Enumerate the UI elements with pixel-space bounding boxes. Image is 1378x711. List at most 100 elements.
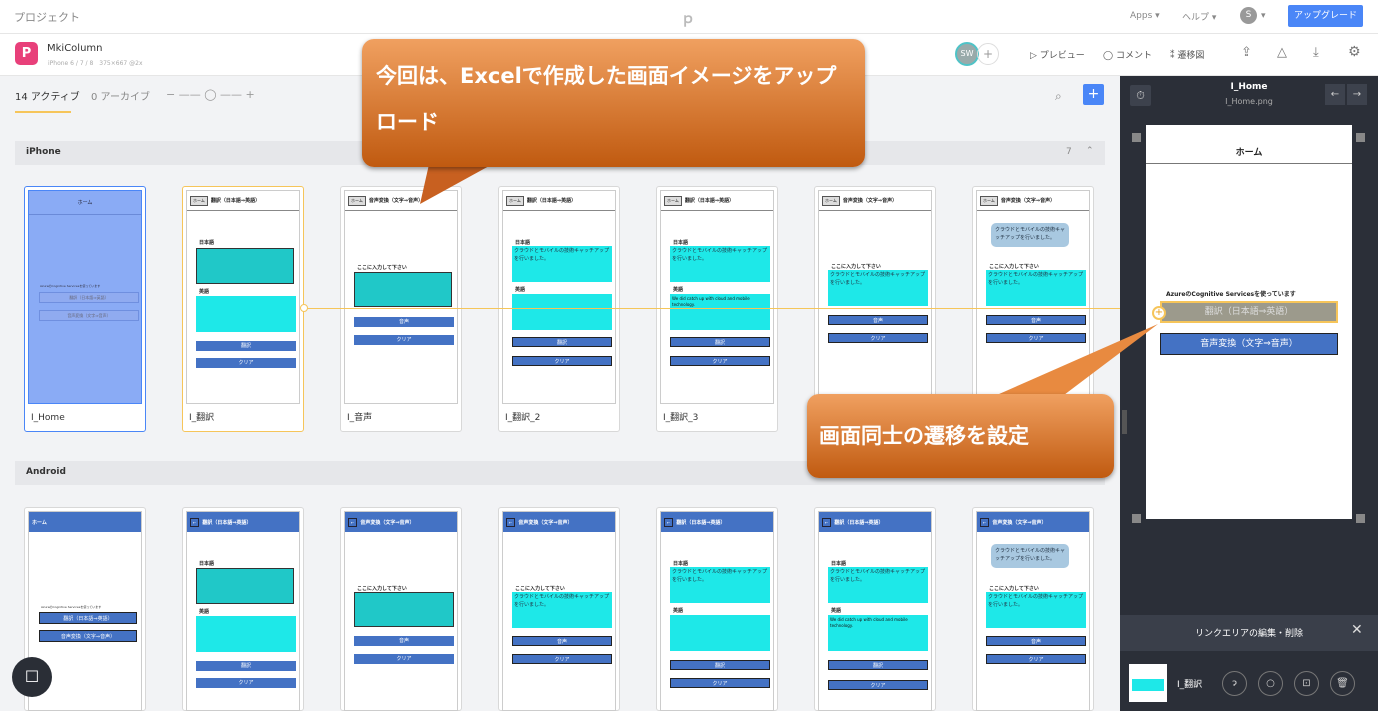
screen-caption: I_翻訳 (189, 413, 215, 423)
screen-caption: I_翻訳_3 (663, 413, 699, 423)
transition-map-button[interactable]: ⁑ 遷移図 (1170, 48, 1204, 61)
chat-icon[interactable]: ☐ (12, 657, 52, 697)
trash-icon[interactable]: 🗑 (1330, 671, 1355, 696)
link-target-thumbnail (1129, 664, 1167, 702)
thumb-textarea (196, 248, 294, 284)
thumb-label: ここに入力して下さい (989, 264, 1039, 270)
thumb-btn: 音声変換（文字⇒音声） (39, 630, 137, 642)
screen-thumbnail: ホーム 翻訳（日本語⇒英語） 日本語 クラウドとモバイルの技術キャッチアップを行い… (660, 190, 774, 404)
screen-thumbnail: ホーム 翻訳（日本語⇒英語） 日本語 クラウドとモバイルの技術キャッチアップを行い… (502, 190, 616, 404)
share-icon[interactable]: ⇪ (1241, 45, 1252, 60)
play-icon: ▷ (1030, 51, 1037, 61)
thumb-btn: クリア (670, 678, 770, 688)
callout-upload-text: 今回は、Excelで作成した画面イメージをアップロード (376, 64, 837, 134)
screen-thumbnail: ホーム AzureのCognitive Servicesを使っています 翻訳（日… (28, 190, 142, 404)
search-icon[interactable]: ⌕ (1055, 89, 1062, 104)
screen-card-a-voice[interactable]: ← 音声変換（文字⇒音声） ここに入力して下さい 音声 クリア (340, 507, 462, 711)
screen-thumbnail: ← 翻訳（日本語⇒英語） 日本語 クラウドとモバイルの技術キャッチアップを行いまし… (818, 511, 932, 711)
thumb-speech-bubble: クラウドとモバイルの技術キャッチアップを行いました。 (991, 223, 1069, 247)
screen-thumbnail: ホーム 翻訳（日本語⇒英語） 日本語 英語 翻訳 クリア (186, 190, 300, 404)
thumb-textarea (354, 592, 454, 627)
thumb-textarea: クラウドとモバイルの技術キャッチアップを行いました。 (670, 567, 770, 603)
screen-card-a-voice-3[interactable]: ← 音声変換（文字⇒音声） クラウドとモバイルの技術キャッチアップを行いました。 … (972, 507, 1094, 711)
thumb-btn: 翻訳 (828, 660, 928, 670)
callout-link-text: 画面同士の遷移を設定 (819, 424, 1029, 448)
thumb-btn: クリア (196, 358, 296, 368)
handle-icon[interactable] (1132, 514, 1141, 523)
close-icon[interactable]: ✕ (1351, 622, 1363, 638)
zoom-slider[interactable]: − —— ◯ —— + (166, 88, 255, 101)
help-menu[interactable]: ヘルプ ▾ (1182, 10, 1216, 23)
screen-card-a-voice-2[interactable]: ← 音声変換（文字⇒音声） ここに入力して下さい クラウドとモバイルの技術キャッチ… (498, 507, 620, 711)
tab-archive[interactable]: 0 アーカイブ (91, 88, 150, 103)
thumb-btn: クリア (986, 654, 1086, 664)
thumb-textarea (512, 294, 612, 330)
screen-thumbnail: ホーム 音声変換（文字⇒音声） ここに入力して下さい 音声 クリア (344, 190, 458, 404)
thumb-btn: 音声 (828, 315, 928, 325)
thumb-btn: クリア (354, 654, 454, 664)
avatar[interactable]: S (1240, 7, 1257, 24)
screen-thumbnail: ← 翻訳（日本語⇒英語） 日本語 クラウドとモバイルの技術キャッチアップを行いまし… (660, 511, 774, 711)
thumb-header: ← 翻訳（日本語⇒英語） (819, 512, 931, 532)
thumb-label: ここに入力して下さい (515, 586, 565, 592)
screen-caption: I_翻訳_2 (505, 413, 541, 423)
tab-active[interactable]: 14 アクティブ (15, 88, 80, 103)
thumb-header: ホーム 音声変換（文字⇒音声） (819, 191, 931, 211)
thumb-fill (1132, 679, 1164, 691)
preview-btn-voice[interactable]: 音声変換（文字⇒音声） (1160, 333, 1338, 355)
thumb-header: ホーム 音声変換（文字⇒音声） (977, 191, 1089, 211)
thumb-btn: クリア (354, 335, 454, 345)
thumb-btn: クリア (828, 680, 928, 690)
handle-icon[interactable] (1132, 133, 1141, 142)
thumb-textarea: クラウドとモバイルの技術キャッチアップを行いました。 (670, 246, 770, 282)
screen-card-i-translate-2[interactable]: ホーム 翻訳（日本語⇒英語） 日本語 クラウドとモバイルの技術キャッチアップを行い… (498, 186, 620, 432)
prev-screen-button[interactable]: ← (1325, 84, 1345, 105)
download-icon[interactable]: ⤓ (1313, 45, 1319, 60)
thumb-btn: 翻訳 (196, 661, 296, 671)
link-area-translate[interactable]: 翻訳（日本語⇒英語） (1160, 301, 1338, 323)
screen-thumbnail: ← 音声変換（文字⇒音声） ここに入力して下さい クラウドとモバイルの技術キャッチ… (502, 511, 616, 711)
screen-card-a-translate-3[interactable]: ← 翻訳（日本語⇒英語） 日本語 クラウドとモバイルの技術キャッチアップを行いまし… (814, 507, 936, 711)
thumb-header: ← 翻訳（日本語⇒英語） (187, 512, 299, 532)
thumb-btn: 音声 (986, 636, 1086, 646)
upgrade-button[interactable]: アップグレード (1288, 5, 1363, 27)
thumb-label: 英語 (515, 287, 526, 293)
circle-icon[interactable]: ○ (1258, 671, 1283, 696)
link-edit-icon[interactable]: ɂ (1222, 671, 1247, 696)
callout-link: 画面同士の遷移を設定 (807, 394, 1114, 478)
project-nav-link[interactable]: プロジェクト (14, 9, 80, 25)
bell-icon[interactable]: △ (1277, 45, 1287, 60)
thumb-header: ← 音声変換（文字⇒音声） (345, 512, 457, 532)
gear-icon[interactable]: ⚙ (1348, 44, 1361, 60)
preview-button[interactable]: ▷ プレビュー (1030, 48, 1085, 61)
thumb-sub: AzureのCognitive Servicesを使っています (41, 605, 102, 609)
thumb-textarea: クラウドとモバイルの技術キャッチアップを行いました。 (828, 270, 928, 306)
thumb-textarea (196, 568, 294, 604)
link-endpoint (300, 304, 308, 312)
screen-card-i-translate[interactable]: ホーム 翻訳（日本語⇒英語） 日本語 英語 翻訳 クリア I_翻訳 (182, 186, 304, 432)
top-bar: プロジェクト ｐ Apps ▾ ヘルプ ▾ S ▾ アップグレード (0, 0, 1378, 34)
thumb-label: ここに入力して下さい (989, 586, 1039, 592)
chevron-down-icon[interactable]: ▾ (1261, 11, 1266, 21)
transition-icon[interactable]: ⊡ (1294, 671, 1319, 696)
project-name[interactable]: MkiColumn (47, 43, 103, 54)
next-screen-button[interactable]: → (1347, 84, 1367, 105)
comment-button[interactable]: ◯ コメント (1103, 48, 1152, 61)
screen-card-i-home[interactable]: ホーム AzureのCognitive Servicesを使っています 翻訳（日… (24, 186, 146, 432)
thumb-textarea (670, 615, 770, 651)
add-collaborator-button[interactable]: + (977, 43, 999, 65)
screen-card-i-translate-3[interactable]: ホーム 翻訳（日本語⇒英語） 日本語 クラウドとモバイルの技術キャッチアップを行い… (656, 186, 778, 432)
collapse-icon[interactable]: ⌃ (1086, 146, 1094, 156)
screen-card-a-translate[interactable]: ← 翻訳（日本語⇒英語） 日本語 英語 翻訳 クリア (182, 507, 304, 711)
handle-icon[interactable] (1356, 514, 1365, 523)
active-tab-indicator (15, 111, 71, 113)
screen-card-i-voice[interactable]: ホーム 音声変換（文字⇒音声） ここに入力して下さい 音声 クリア I_音声 (340, 186, 462, 432)
screen-card-a-translate-2[interactable]: ← 翻訳（日本語⇒英語） 日本語 クラウドとモバイルの技術キャッチアップを行いまし… (656, 507, 778, 711)
thumb-btn: 翻訳 (670, 660, 770, 670)
apps-menu[interactable]: Apps ▾ (1130, 11, 1160, 21)
handle-icon[interactable] (1356, 133, 1365, 142)
thumb-textarea: クラウドとモバイルの技術キャッチアップを行いました。 (828, 567, 928, 603)
screen-caption: I_Home (31, 413, 65, 423)
add-screen-button[interactable]: + (1083, 84, 1104, 105)
collaborator-avatar[interactable]: SW (955, 42, 979, 66)
